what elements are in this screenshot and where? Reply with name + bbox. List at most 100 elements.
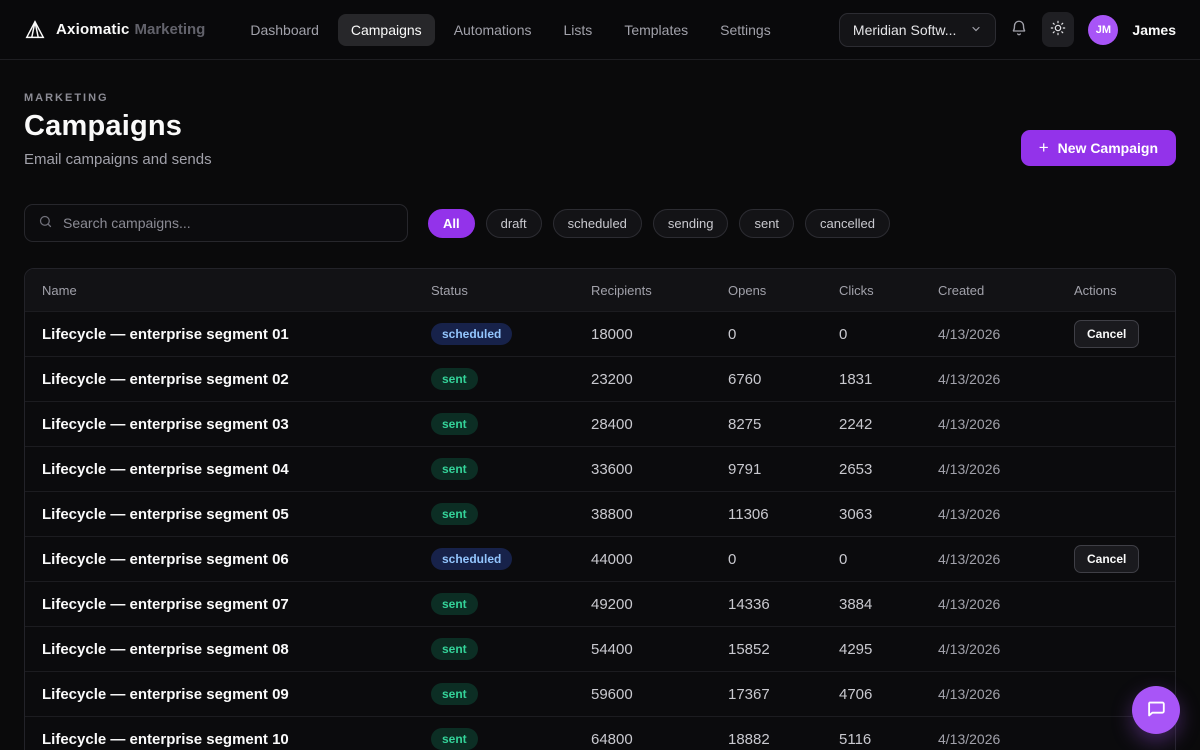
status-cell: scheduled bbox=[431, 548, 591, 570]
campaign-name: Lifecycle — enterprise segment 05 bbox=[25, 506, 431, 523]
status-badge: scheduled bbox=[431, 548, 512, 570]
created-cell: 4/13/2026 bbox=[938, 416, 1074, 432]
table-row: Lifecycle — enterprise segment 08 sent 5… bbox=[25, 626, 1175, 671]
nav-item[interactable]: Templates bbox=[611, 14, 701, 46]
opens-cell: 11306 bbox=[728, 506, 839, 523]
brand: Axiomatic Marketing bbox=[24, 19, 205, 41]
clicks-cell: 1831 bbox=[839, 371, 938, 388]
logo-triangle-icon bbox=[24, 19, 46, 41]
user-name: James bbox=[1132, 22, 1176, 38]
recipients-cell: 54400 bbox=[591, 641, 728, 658]
table-header-row: Name Status Recipients Opens Clicks Crea… bbox=[25, 269, 1175, 311]
recipients-cell: 59600 bbox=[591, 686, 728, 703]
recipients-cell: 49200 bbox=[591, 596, 728, 613]
opens-cell: 15852 bbox=[728, 641, 839, 658]
new-campaign-button[interactable]: + New Campaign bbox=[1021, 130, 1176, 166]
column-header-clicks: Clicks bbox=[839, 283, 938, 298]
clicks-cell: 4295 bbox=[839, 641, 938, 658]
filters-bar: All draft scheduled sending sent cancell… bbox=[24, 204, 1176, 242]
campaign-name: Lifecycle — enterprise segment 02 bbox=[25, 371, 431, 388]
page-header-text: MARKETING Campaigns Email campaigns and … bbox=[24, 92, 212, 168]
campaign-name: Lifecycle — enterprise segment 10 bbox=[25, 731, 431, 748]
created-cell: 4/13/2026 bbox=[938, 461, 1074, 477]
created-cell: 4/13/2026 bbox=[938, 551, 1074, 567]
recipients-cell: 28400 bbox=[591, 416, 728, 433]
status-badge: sent bbox=[431, 728, 478, 750]
clicks-cell: 0 bbox=[839, 326, 938, 343]
org-selector[interactable]: Meridian Softw... bbox=[839, 13, 997, 47]
column-header-created: Created bbox=[938, 283, 1074, 298]
recipients-cell: 38800 bbox=[591, 506, 728, 523]
column-header-recipients: Recipients bbox=[591, 283, 728, 298]
search-input[interactable] bbox=[53, 215, 407, 231]
actions-cell: Cancel bbox=[1074, 545, 1175, 573]
status-cell: sent bbox=[431, 413, 591, 435]
filter-chip[interactable]: scheduled bbox=[553, 209, 642, 238]
plus-icon: + bbox=[1039, 141, 1049, 155]
opens-cell: 6760 bbox=[728, 371, 839, 388]
filter-chip[interactable]: draft bbox=[486, 209, 542, 238]
table-row: Lifecycle — enterprise segment 03 sent 2… bbox=[25, 401, 1175, 446]
status-cell: sent bbox=[431, 458, 591, 480]
theme-toggle-button[interactable] bbox=[1042, 12, 1074, 47]
status-badge: sent bbox=[431, 458, 478, 480]
campaign-name: Lifecycle — enterprise segment 09 bbox=[25, 686, 431, 703]
recipients-cell: 64800 bbox=[591, 731, 728, 748]
org-selector-value: Meridian Softw... bbox=[853, 22, 957, 38]
column-header-opens: Opens bbox=[728, 283, 839, 298]
chevron-down-icon bbox=[970, 22, 982, 38]
column-header-status: Status bbox=[431, 283, 591, 298]
recipients-cell: 23200 bbox=[591, 371, 728, 388]
nav-item[interactable]: Campaigns bbox=[338, 14, 435, 46]
clicks-cell: 0 bbox=[839, 551, 938, 568]
opens-cell: 0 bbox=[728, 326, 839, 343]
search-icon bbox=[25, 214, 53, 232]
status-badge: sent bbox=[431, 413, 478, 435]
chat-bubble-icon bbox=[1145, 698, 1167, 723]
nav-item[interactable]: Dashboard bbox=[237, 14, 332, 46]
notifications-button[interactable] bbox=[1010, 19, 1028, 40]
brand-name: Axiomatic bbox=[56, 21, 130, 38]
filter-chip[interactable]: cancelled bbox=[805, 209, 890, 238]
table-row: Lifecycle — enterprise segment 02 sent 2… bbox=[25, 356, 1175, 401]
status-badge: scheduled bbox=[431, 323, 512, 345]
bell-icon bbox=[1010, 19, 1028, 40]
table-row: Lifecycle — enterprise segment 06 schedu… bbox=[25, 536, 1175, 581]
nav-item[interactable]: Settings bbox=[707, 14, 784, 46]
table-row: Lifecycle — enterprise segment 05 sent 3… bbox=[25, 491, 1175, 536]
created-cell: 4/13/2026 bbox=[938, 596, 1074, 612]
created-cell: 4/13/2026 bbox=[938, 641, 1074, 657]
created-cell: 4/13/2026 bbox=[938, 686, 1074, 702]
filter-chip[interactable]: All bbox=[428, 209, 475, 238]
created-cell: 4/13/2026 bbox=[938, 326, 1074, 342]
status-filter-chips: All draft scheduled sending sent cancell… bbox=[428, 209, 890, 238]
campaign-name: Lifecycle — enterprise segment 03 bbox=[25, 416, 431, 433]
status-cell: scheduled bbox=[431, 323, 591, 345]
table-row: Lifecycle — enterprise segment 04 sent 3… bbox=[25, 446, 1175, 491]
clicks-cell: 5116 bbox=[839, 731, 938, 748]
opens-cell: 14336 bbox=[728, 596, 839, 613]
campaigns-table: Name Status Recipients Opens Clicks Crea… bbox=[24, 268, 1176, 750]
status-cell: sent bbox=[431, 728, 591, 750]
opens-cell: 9791 bbox=[728, 461, 839, 478]
status-badge: sent bbox=[431, 368, 478, 390]
campaign-name: Lifecycle — enterprise segment 04 bbox=[25, 461, 431, 478]
nav-item[interactable]: Automations bbox=[441, 14, 545, 46]
clicks-cell: 2242 bbox=[839, 416, 938, 433]
filter-chip[interactable]: sending bbox=[653, 209, 729, 238]
sun-icon bbox=[1050, 20, 1066, 39]
table-row: Lifecycle — enterprise segment 09 sent 5… bbox=[25, 671, 1175, 716]
chat-fab-button[interactable] bbox=[1132, 686, 1180, 734]
campaign-name: Lifecycle — enterprise segment 08 bbox=[25, 641, 431, 658]
campaign-name: Lifecycle — enterprise segment 01 bbox=[25, 326, 431, 343]
cancel-button[interactable]: Cancel bbox=[1074, 545, 1139, 573]
status-cell: sent bbox=[431, 593, 591, 615]
avatar[interactable]: JM bbox=[1088, 15, 1118, 45]
main-nav: Dashboard Campaigns Automations Lists Te… bbox=[237, 14, 783, 46]
clicks-cell: 3063 bbox=[839, 506, 938, 523]
brand-suffix: Marketing bbox=[135, 21, 206, 38]
cancel-button[interactable]: Cancel bbox=[1074, 320, 1139, 348]
filter-chip[interactable]: sent bbox=[739, 209, 794, 238]
nav-item[interactable]: Lists bbox=[551, 14, 606, 46]
new-campaign-label: New Campaign bbox=[1058, 140, 1158, 156]
